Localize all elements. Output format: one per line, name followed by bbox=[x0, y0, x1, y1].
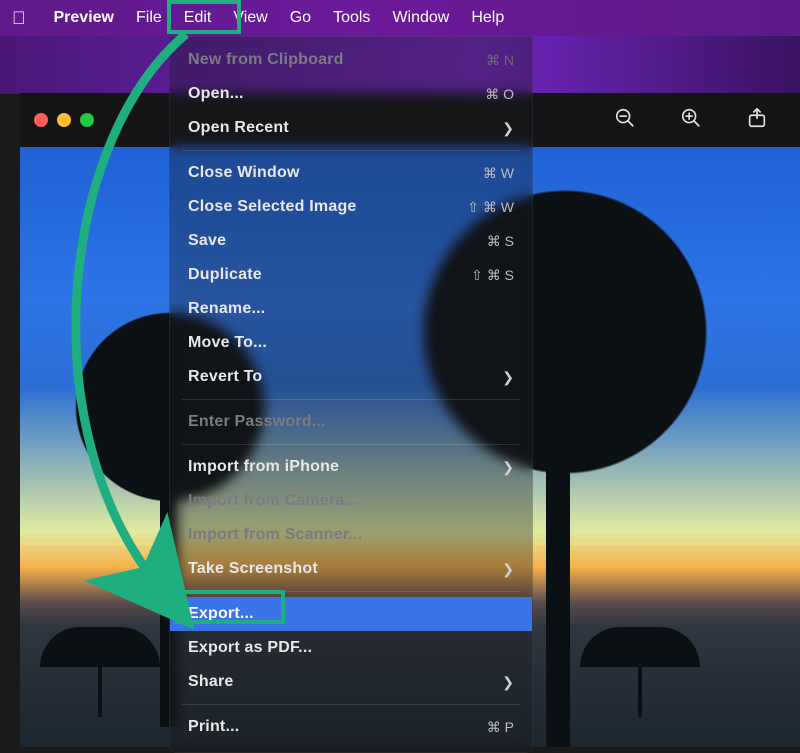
traffic-lights bbox=[34, 113, 94, 127]
menu-view[interactable]: View bbox=[233, 9, 267, 27]
menu-item-open-recent[interactable]: Open Recent ❯ bbox=[170, 111, 532, 145]
menu-item-take-screenshot[interactable]: Take Screenshot ❯ bbox=[170, 552, 532, 586]
close-window-button[interactable] bbox=[34, 113, 48, 127]
apple-menu-icon[interactable]:  bbox=[12, 8, 26, 29]
menu-item-revert-to[interactable]: Revert To ❯ bbox=[170, 360, 532, 394]
app-menu[interactable]: Preview bbox=[54, 9, 114, 27]
menu-item-share[interactable]: Share ❯ bbox=[170, 665, 532, 699]
menu-item-move-to[interactable]: Move To... bbox=[170, 326, 532, 360]
zoom-in-icon[interactable] bbox=[680, 107, 702, 134]
menu-bar:  Preview File Edit View Go Tools Window… bbox=[0, 0, 800, 36]
menu-item-save[interactable]: Save ⌘ S bbox=[170, 224, 532, 258]
menu-item-import-from-scanner: Import from Scanner... bbox=[170, 518, 532, 552]
menu-item-export-as-pdf[interactable]: Export as PDF... bbox=[170, 631, 532, 665]
chevron-right-icon: ❯ bbox=[502, 456, 514, 478]
menu-item-rename[interactable]: Rename... bbox=[170, 292, 532, 326]
menu-tools[interactable]: Tools bbox=[333, 9, 370, 27]
file-menu-dropdown: New from Clipboard ⌘ N Open... ⌘ O Open … bbox=[169, 36, 533, 753]
zoom-out-icon[interactable] bbox=[614, 107, 636, 134]
chevron-right-icon: ❯ bbox=[502, 366, 514, 388]
menu-item-print[interactable]: Print... ⌘ P bbox=[170, 710, 532, 744]
menu-item-duplicate[interactable]: Duplicate ⇧ ⌘ S bbox=[170, 258, 532, 292]
menu-item-enter-password: Enter Password... bbox=[170, 405, 532, 439]
minimize-window-button[interactable] bbox=[57, 113, 71, 127]
chevron-right-icon: ❯ bbox=[502, 558, 514, 580]
chevron-right-icon: ❯ bbox=[502, 671, 514, 693]
menu-item-import-from-camera: Import from Camera... bbox=[170, 484, 532, 518]
menu-item-open[interactable]: Open... ⌘ O bbox=[170, 77, 532, 111]
menu-item-new-from-clipboard: New from Clipboard ⌘ N bbox=[170, 43, 532, 77]
menu-item-close-selected-image[interactable]: Close Selected Image ⇧ ⌘ W bbox=[170, 190, 532, 224]
toolbar-right bbox=[614, 93, 768, 147]
fullscreen-window-button[interactable] bbox=[80, 113, 94, 127]
menu-help[interactable]: Help bbox=[471, 9, 504, 27]
menu-item-export[interactable]: Export... bbox=[170, 597, 532, 631]
menu-item-import-from-iphone[interactable]: Import from iPhone ❯ bbox=[170, 450, 532, 484]
menu-item-close-window[interactable]: Close Window ⌘ W bbox=[170, 156, 532, 190]
chevron-right-icon: ❯ bbox=[502, 117, 514, 139]
menu-window[interactable]: Window bbox=[392, 9, 449, 27]
menu-file[interactable]: File bbox=[136, 9, 162, 27]
share-icon[interactable] bbox=[746, 107, 768, 134]
menu-edit[interactable]: Edit bbox=[184, 9, 212, 27]
menu-go[interactable]: Go bbox=[290, 9, 311, 27]
